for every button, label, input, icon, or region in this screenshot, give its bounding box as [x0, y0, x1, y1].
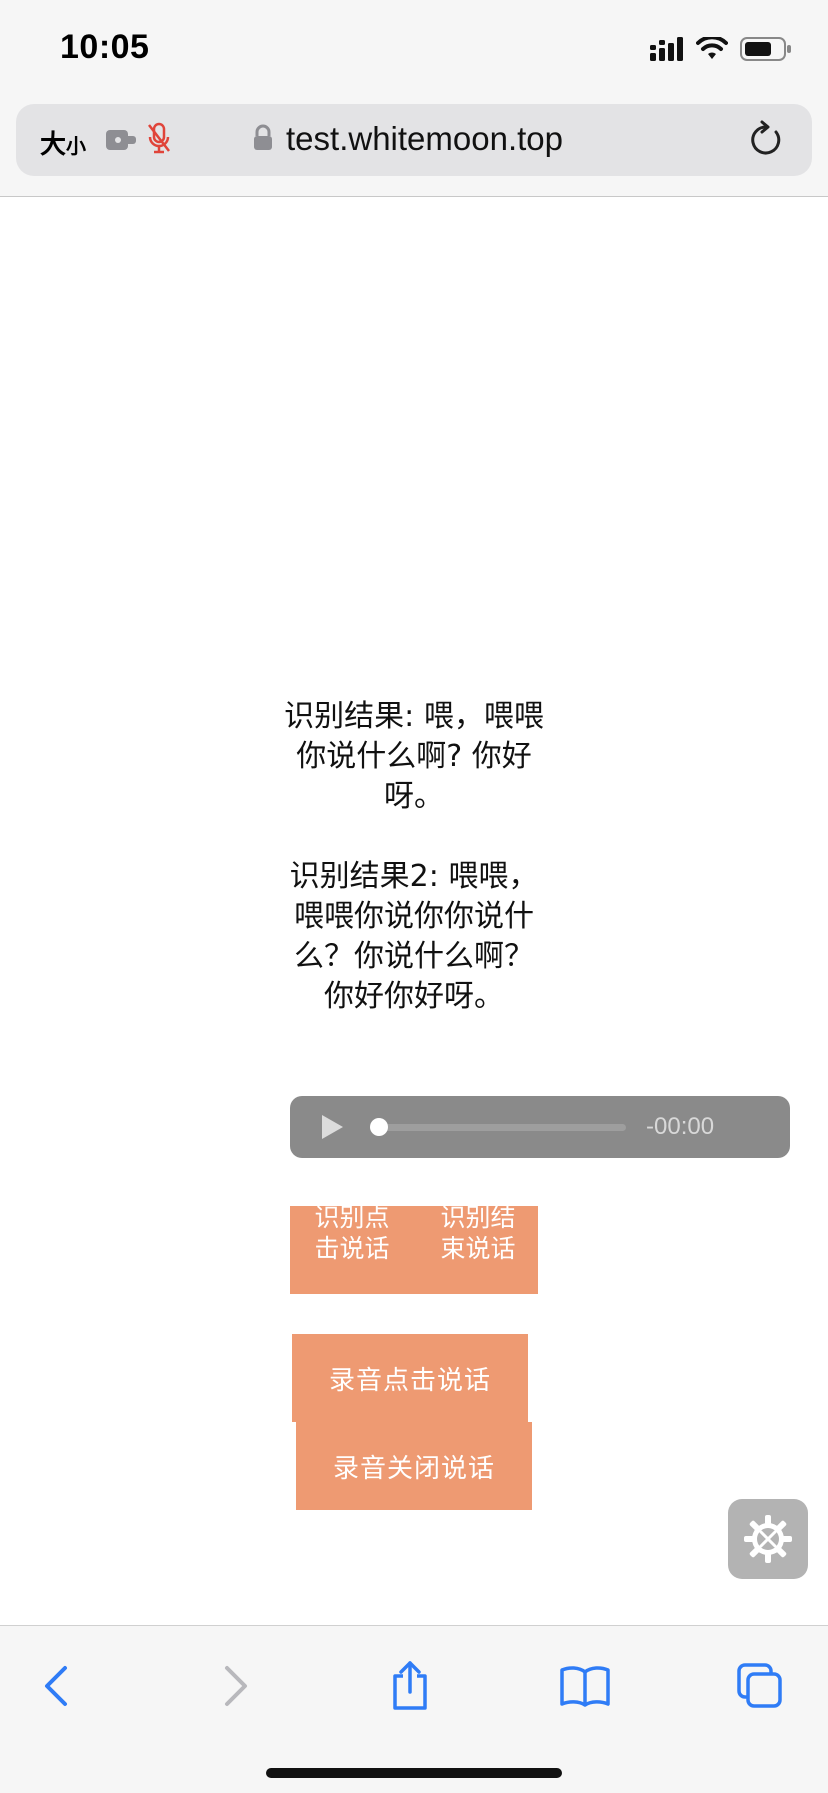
tabs-button[interactable] [730, 1656, 790, 1716]
record-start-button[interactable]: 录音点击说话 [292, 1334, 528, 1422]
forward-button[interactable] [206, 1656, 266, 1716]
text-size-button[interactable]: 大小 [40, 124, 86, 161]
text-size-large-label: 大 [40, 130, 67, 160]
mic-muted-icon[interactable] [146, 122, 172, 156]
audio-progress-thumb[interactable] [370, 1118, 388, 1136]
browser-address-area: 大小 test.whitemoon.top [0, 98, 828, 197]
back-button[interactable] [26, 1656, 86, 1716]
audio-player[interactable]: -00:00 [290, 1096, 790, 1158]
extension-icon[interactable] [104, 126, 138, 154]
address-bar[interactable]: 大小 test.whitemoon.top [16, 104, 812, 176]
status-bar: 10:05 [0, 0, 828, 98]
lock-icon [254, 124, 272, 150]
debug-settings-button[interactable] [728, 1499, 808, 1579]
audio-progress-track[interactable] [376, 1124, 626, 1131]
page-content: 识别结果: 喂，喂喂你说什么啊? 你好呀。 识别结果2: 喂喂，喂喂你说你你说什… [0, 197, 828, 1625]
record-stop-button[interactable]: 录音关闭说话 [296, 1422, 532, 1510]
share-button[interactable] [380, 1656, 440, 1716]
forward-icon [225, 1666, 247, 1706]
cellular-signal-icon [650, 37, 683, 61]
gear-tools-icon [744, 1515, 792, 1563]
recognize-start-button[interactable]: 识别点击说话 [314, 1206, 390, 1264]
recognition-result-2: 识别结果2: 喂喂，喂喂你说你你说什么？你说什么啊？你好你好呀。 [289, 859, 539, 1014]
reload-icon[interactable] [748, 120, 784, 158]
share-icon [393, 1661, 427, 1710]
recognize-end-button[interactable]: 识别结束说话 [440, 1206, 516, 1264]
wifi-icon [696, 37, 728, 59]
status-time: 10:05 [60, 28, 150, 66]
status-icons [650, 36, 792, 62]
text-size-small-label: 小 [66, 134, 87, 158]
recognition-results: 识别结果: 喂，喂喂你说什么啊? 你好呀。 识别结果2: 喂喂，喂喂你说你你说什… [284, 697, 544, 1017]
tabs-icon [737, 1663, 782, 1708]
back-icon [45, 1666, 67, 1706]
recognition-button-group: 识别点击说话 识别结束说话 [290, 1206, 538, 1294]
recognition-result-1: 识别结果: 喂，喂喂你说什么啊? 你好呀。 [284, 699, 544, 814]
url-text[interactable]: test.whitemoon.top [286, 120, 563, 158]
play-icon[interactable] [320, 1114, 344, 1140]
audio-time-remaining: -00:00 [646, 1113, 715, 1140]
home-indicator [266, 1768, 562, 1778]
battery-icon [740, 37, 791, 61]
bookmarks-icon [560, 1666, 610, 1707]
bookmarks-button[interactable] [555, 1656, 615, 1716]
